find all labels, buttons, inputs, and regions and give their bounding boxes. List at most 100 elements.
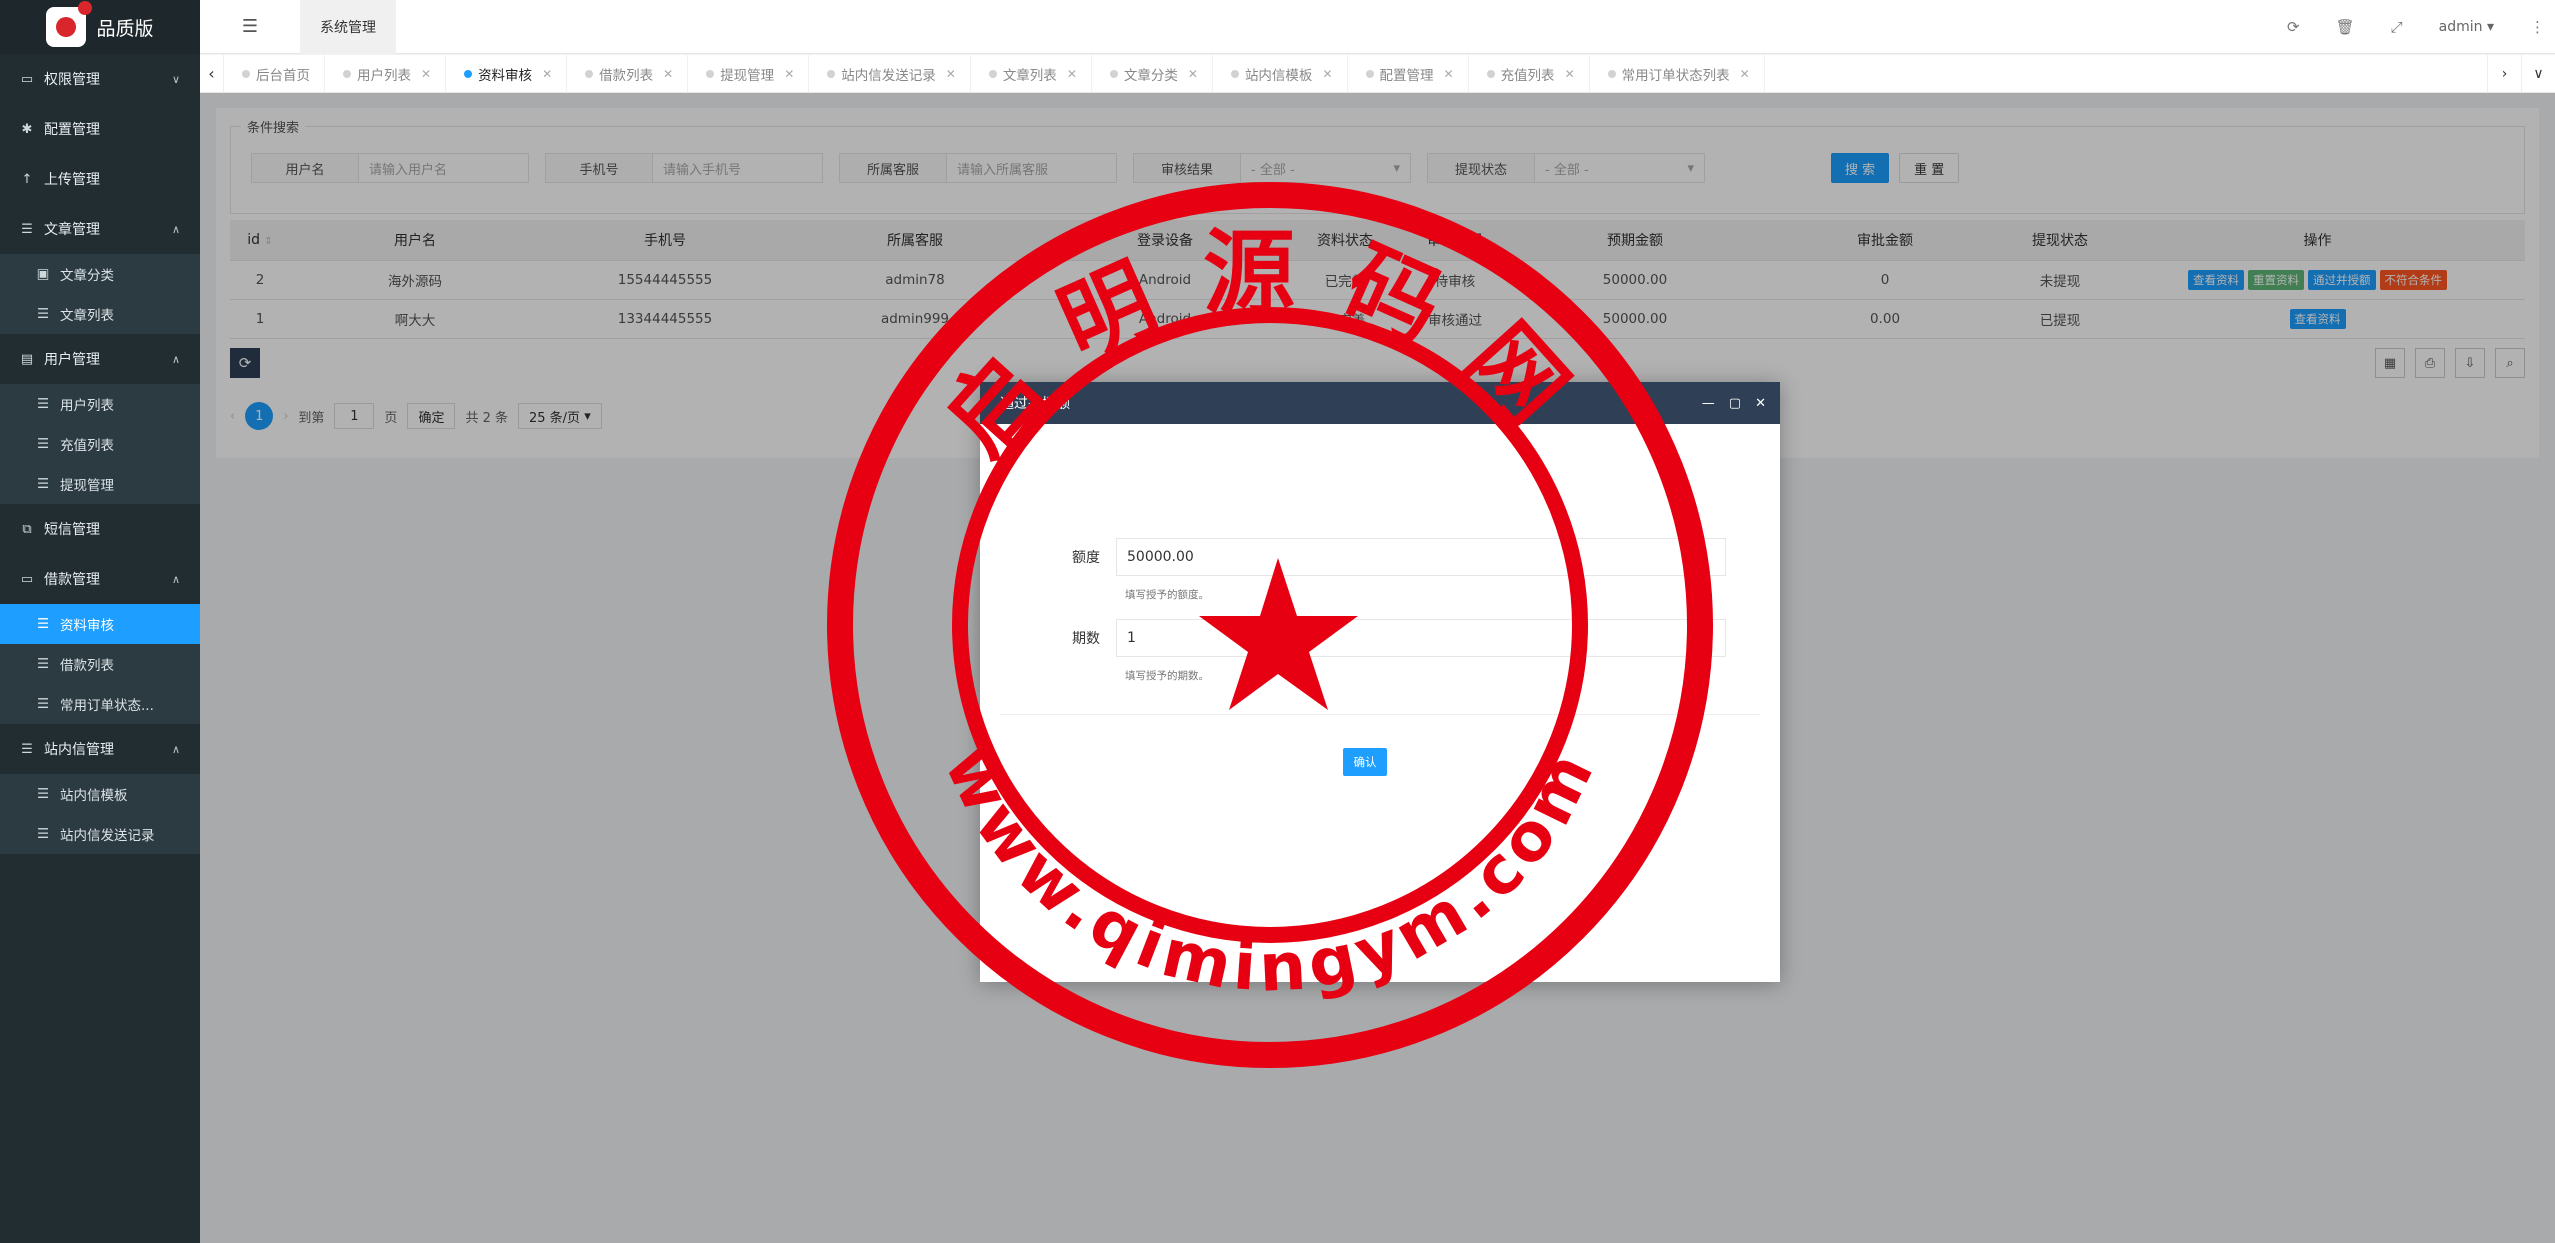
sidebar-item-upload[interactable]: ↑ 上传管理 xyxy=(0,154,200,204)
sidebar-item-user[interactable]: ▤ 用户管理 ∧ xyxy=(0,334,200,384)
modal-title: 通过并授额 xyxy=(980,382,1780,424)
list-icon: ☰ xyxy=(36,656,50,672)
amount-row: 额度 50000.00 xyxy=(1060,538,1726,576)
tab-user-list[interactable]: 用户列表 ✕ xyxy=(325,54,447,93)
money-icon: ▭ xyxy=(20,571,34,587)
close-icon[interactable]: ✕ xyxy=(946,67,956,81)
trash-icon[interactable]: 🗑 xyxy=(2336,18,2355,36)
amount-label: 额度 xyxy=(1072,550,1100,566)
fullscreen-icon[interactable]: ⤢ xyxy=(2391,18,2403,36)
page-tabs: ‹ 后台首页 用户列表 ✕ 资料审核 ✕ 借款列表 ✕ 提现管理 ✕ 站内信发送记录 ✕ … xyxy=(200,54,2555,93)
list-icon: ☰ xyxy=(36,396,50,412)
tab-withdraw[interactable]: 提现管理 ✕ xyxy=(688,54,810,93)
close-icon[interactable]: ✕ xyxy=(1740,67,1750,81)
amount-input[interactable]: 50000.00 xyxy=(1116,538,1726,576)
chevron-up-icon: ∧ xyxy=(171,572,180,586)
sidebar-item-sms[interactable]: ⧉ 短信管理 xyxy=(0,504,200,554)
tab-audit[interactable]: 资料审核 ✕ xyxy=(446,54,568,93)
top-header: ☰ 系统管理 ⟳ 🗑 ⤢ admin ▾ ⋮ xyxy=(200,0,2555,54)
close-icon[interactable]: ✕ xyxy=(784,67,794,81)
approve-modal: 通过并授额 — ▢ ✕ 额度 50000.00 填写授予的额度。 期数 1 填写… xyxy=(980,382,1780,982)
chevron-down-icon: ∨ xyxy=(171,72,180,86)
minimize-icon[interactable]: — xyxy=(1702,396,1715,411)
tab-msg-template[interactable]: 站内信模板 ✕ xyxy=(1213,54,1348,93)
upload-icon: ↑ xyxy=(21,171,33,187)
user-submenu: ☰ 用户列表 ☰ 充值列表 ☰ 提现管理 xyxy=(0,384,200,504)
sidebar-item-label: 用户管理 xyxy=(44,352,100,368)
list-icon: ☰ xyxy=(36,696,50,712)
sidebar-item-user-list[interactable]: ☰ 用户列表 xyxy=(0,384,200,424)
more-icon[interactable]: ⋮ xyxy=(2530,18,2545,36)
user-menu[interactable]: admin ▾ xyxy=(2439,19,2494,35)
sidebar-item-permission[interactable]: ▭ 权限管理 ∨ xyxy=(0,54,200,104)
sidebar: 品质版 ▭ 权限管理 ∨ ✱ 配置管理 ↑ 上传管理 ☰ 文章管理 ∧ ▣ 文章分… xyxy=(0,0,200,1243)
sidebar-item-article-list[interactable]: ☰ 文章列表 xyxy=(0,294,200,334)
sidebar-item-withdraw[interactable]: ☰ 提现管理 xyxy=(0,464,200,504)
tab-loan-list[interactable]: 借款列表 ✕ xyxy=(567,54,689,93)
calendar-icon: ▣ xyxy=(36,266,50,282)
sidebar-item-label: 配置管理 xyxy=(44,122,100,138)
tab-article-category[interactable]: 文章分类 ✕ xyxy=(1092,54,1213,93)
close-icon[interactable]: ✕ xyxy=(1188,67,1198,81)
maximize-icon[interactable]: ▢ xyxy=(1729,396,1741,411)
tab-recharge[interactable]: 充值列表 ✕ xyxy=(1469,54,1590,93)
term-hint: 填写授予的期数。 xyxy=(1125,670,1209,682)
sidebar-item-label: 上传管理 xyxy=(44,172,100,188)
sidebar-item-message[interactable]: ☰ 站内信管理 ∧ xyxy=(0,724,200,774)
close-icon[interactable]: ✕ xyxy=(542,67,552,81)
sidebar-item-config[interactable]: ✱ 配置管理 xyxy=(0,104,200,154)
gear-icon: ✱ xyxy=(21,121,33,137)
sidebar-item-label: 站内信管理 xyxy=(44,742,114,758)
term-row: 期数 1 xyxy=(1060,619,1726,657)
sidebar-item-recharge-list[interactable]: ☰ 充值列表 xyxy=(0,424,200,464)
confirm-button[interactable]: 确认 xyxy=(1343,748,1387,776)
sidebar-item-loan[interactable]: ▭ 借款管理 ∧ xyxy=(0,554,200,604)
system-tab[interactable]: 系统管理 xyxy=(300,0,396,54)
tab-msg-log[interactable]: 站内信发送记录 ✕ xyxy=(809,54,971,93)
logo[interactable]: 品质版 xyxy=(0,0,200,54)
sidebar-item-label: 借款管理 xyxy=(44,572,100,588)
tab-home[interactable]: 后台首页 xyxy=(224,54,325,93)
close-icon[interactable]: ✕ xyxy=(421,67,431,81)
sidebar-item-order-status[interactable]: ☰ 常用订单状态... xyxy=(0,684,200,724)
list-icon: ☰ xyxy=(36,786,50,802)
modal-controls: — ▢ ✕ xyxy=(1702,382,1766,424)
close-icon[interactable]: ✕ xyxy=(663,67,673,81)
logo-icon xyxy=(46,1,93,47)
list-icon: ☰ xyxy=(36,826,50,842)
sidebar-item-loan-list[interactable]: ☰ 借款列表 xyxy=(0,644,200,684)
sidebar-item-label: 短信管理 xyxy=(44,522,100,538)
chevron-up-icon: ∧ xyxy=(171,222,180,236)
sidebar-item-msg-template[interactable]: ☰ 站内信模板 xyxy=(0,774,200,814)
list-icon: ☰ xyxy=(36,476,50,492)
sidebar-item-label: 文章管理 xyxy=(44,222,100,238)
close-icon[interactable]: ✕ xyxy=(1444,67,1454,81)
close-icon[interactable]: ✕ xyxy=(1755,396,1766,411)
tab-config[interactable]: 配置管理 ✕ xyxy=(1348,54,1469,93)
chevron-down-icon[interactable]: ∨ xyxy=(2521,55,2555,93)
refresh-icon[interactable]: ⟳ xyxy=(2287,18,2300,36)
tab-article-list[interactable]: 文章列表 ✕ xyxy=(971,54,1092,93)
user-icon: ▤ xyxy=(20,351,34,367)
close-icon[interactable]: ✕ xyxy=(1565,67,1575,81)
brand-name: 品质版 xyxy=(96,17,154,40)
list-icon: ☰ xyxy=(21,221,33,237)
sidebar-item-audit[interactable]: ☰ 资料审核 xyxy=(0,604,200,644)
tabs-controls: › ∨ xyxy=(2487,55,2555,93)
loan-submenu: ☰ 资料审核 ☰ 借款列表 ☰ 常用订单状态... xyxy=(0,604,200,724)
sidebar-item-msg-log[interactable]: ☰ 站内信发送记录 xyxy=(0,814,200,854)
tabs-prev-icon[interactable]: ‹ xyxy=(200,54,224,93)
sidebar-item-label: 权限管理 xyxy=(44,72,100,88)
tabs-next-icon[interactable]: › xyxy=(2487,55,2521,93)
term-label: 期数 xyxy=(1072,631,1100,647)
menu-toggle-icon[interactable]: ☰ xyxy=(200,0,300,54)
close-icon[interactable]: ✕ xyxy=(1067,67,1077,81)
tab-order-status[interactable]: 常用订单状态列表 ✕ xyxy=(1590,54,1765,93)
modal-divider xyxy=(1000,714,1760,715)
sidebar-item-article[interactable]: ☰ 文章管理 ∧ xyxy=(0,204,200,254)
chevron-up-icon: ∧ xyxy=(171,742,180,756)
laptop-icon: ▭ xyxy=(20,71,34,87)
sidebar-item-article-category[interactable]: ▣ 文章分类 xyxy=(0,254,200,294)
close-icon[interactable]: ✕ xyxy=(1322,67,1332,81)
term-input[interactable]: 1 xyxy=(1116,619,1726,657)
